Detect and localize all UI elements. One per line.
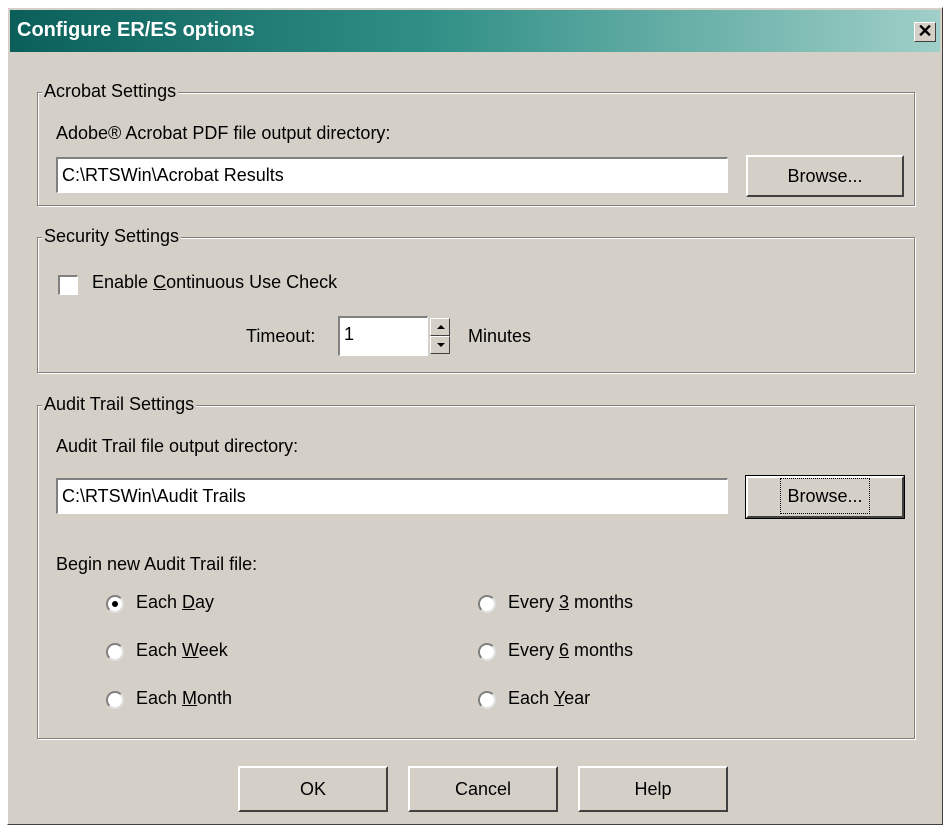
- continuous-use-label: Enable Continuous Use Check: [92, 272, 338, 292]
- dialog-title: Configure ER/ES options: [17, 19, 255, 41]
- audit-dir-input[interactable]: C:\RTSWin\Audit Trails: [56, 478, 728, 514]
- configure-dialog: Configure ER/ES options ✕ Acrobat Settin…: [7, 7, 943, 825]
- acrobat-settings-legend: Acrobat Settings: [42, 81, 179, 102]
- timeout-input[interactable]: 1: [338, 316, 428, 356]
- radio-every-6-months[interactable]: [478, 643, 496, 661]
- cancel-label: Cancel: [454, 779, 512, 799]
- spin-up-icon: [437, 325, 445, 329]
- every-3-months-label: Every 3 months: [508, 592, 634, 612]
- audit-trail-settings-group: Audit Trail Settings Audit Trail file ou…: [37, 394, 915, 739]
- each-day-label: Each Day: [136, 592, 215, 612]
- radio-each-day[interactable]: [106, 595, 124, 613]
- close-button[interactable]: ✕: [914, 22, 936, 42]
- radio-each-week[interactable]: [106, 643, 124, 661]
- minutes-label: Minutes: [468, 326, 532, 346]
- spin-up-button[interactable]: [430, 318, 450, 336]
- ok-button[interactable]: OK: [238, 766, 388, 812]
- radio-each-year[interactable]: [478, 691, 496, 709]
- security-settings-group: Security Settings Enable Continuous Use …: [37, 226, 915, 373]
- audit-trail-settings-legend: Audit Trail Settings: [42, 394, 197, 415]
- each-week-label: Each Week: [136, 640, 228, 660]
- spin-down-icon: [437, 343, 445, 347]
- acrobat-settings-group: Acrobat Settings Adobe® Acrobat PDF file…: [37, 81, 915, 206]
- radio-every-3-months[interactable]: [478, 595, 496, 613]
- cancel-button[interactable]: Cancel: [408, 766, 558, 812]
- every-6-months-label: Every 6 months: [508, 640, 634, 660]
- help-label: Help: [634, 779, 672, 799]
- acrobat-browse-label: Browse...: [787, 166, 863, 186]
- spin-down-button[interactable]: [430, 336, 450, 354]
- close-icon: ✕: [917, 21, 933, 41]
- timeout-label: Timeout:: [246, 326, 316, 346]
- audit-dir-label: Audit Trail file output directory:: [56, 436, 299, 456]
- title-bar: Configure ER/ES options ✕: [10, 10, 940, 52]
- each-month-label: Each Month: [136, 688, 233, 708]
- help-button[interactable]: Help: [578, 766, 728, 812]
- audit-browse-button[interactable]: Browse...: [745, 475, 905, 519]
- acrobat-dir-label: Adobe® Acrobat PDF file output directory…: [56, 123, 391, 143]
- ok-label: OK: [299, 779, 326, 799]
- audit-browse-label: Browse...: [780, 478, 870, 514]
- begin-new-file-label: Begin new Audit Trail file:: [56, 554, 258, 574]
- radio-each-month[interactable]: [106, 691, 124, 709]
- continuous-use-checkbox[interactable]: [58, 275, 78, 295]
- timeout-spinner: [430, 318, 450, 354]
- acrobat-browse-button[interactable]: Browse...: [746, 155, 904, 197]
- acrobat-dir-input[interactable]: C:\RTSWin\Acrobat Results: [56, 157, 728, 193]
- each-year-label: Each Year: [508, 688, 591, 708]
- security-settings-legend: Security Settings: [42, 226, 182, 247]
